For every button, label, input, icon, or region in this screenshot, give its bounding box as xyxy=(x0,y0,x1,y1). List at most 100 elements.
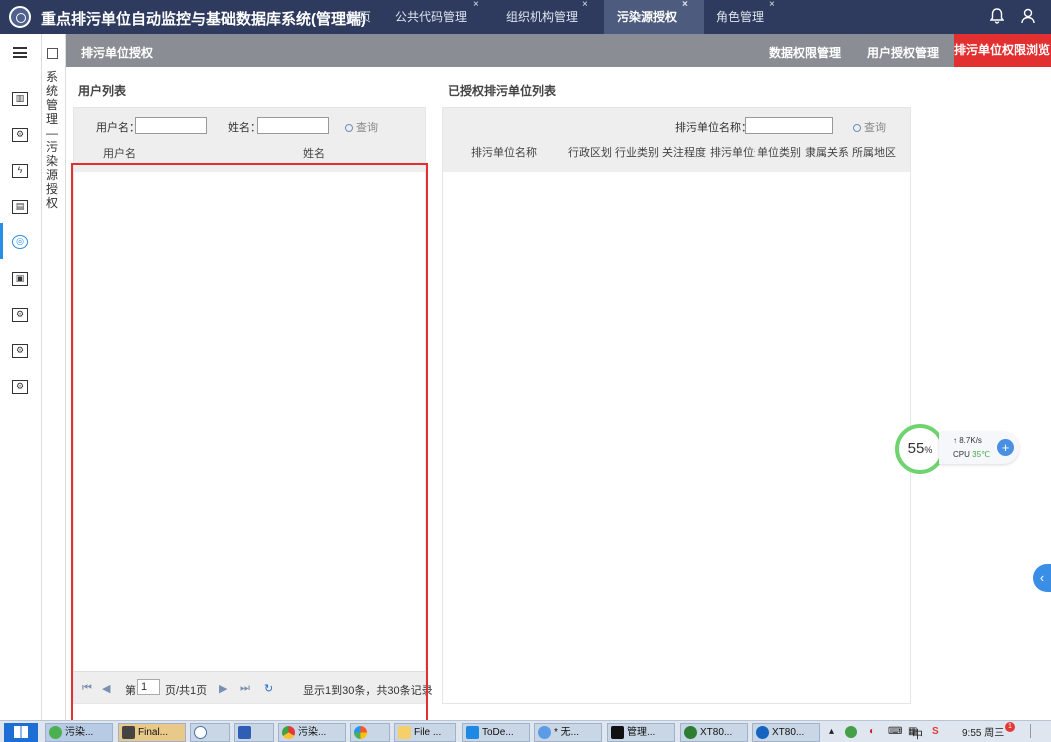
column-header-region[interactable]: 所属地区 xyxy=(852,144,896,160)
tab-pollution-auth[interactable]: 污染源授权 × xyxy=(604,0,704,34)
unit-filter-bar: 排污单位名称： 查询 排污单位名称 行政区划 行业类别 关注程度 排污单位规 单… xyxy=(443,108,910,172)
close-icon[interactable]: × xyxy=(582,0,588,22)
os-taskbar: 污染... Final... 污染... File ... ToDe... * … xyxy=(0,720,1051,742)
system-monitor-widget[interactable]: 55% ↑ 8.7K/s CPU 35℃ + xyxy=(895,424,1020,474)
tray-app-icon[interactable]: ◐ xyxy=(869,726,875,737)
cpu-temp-value: 35℃ xyxy=(972,450,991,459)
monitor-card: ↑ 8.7K/s CPU 35℃ + xyxy=(939,432,1019,464)
column-header-affiliation[interactable]: 隶属关系 xyxy=(805,144,849,160)
taskbar-label: 管理... xyxy=(627,727,656,738)
checkbox-doc-icon[interactable] xyxy=(47,48,58,59)
windows-start-icon[interactable] xyxy=(4,723,38,742)
sidebar: ▥ ⚙ ϟ ▤ ◎ ▣ ⚙ ⚙ ⚙ xyxy=(0,34,42,720)
tray-sogou-icon[interactable]: S xyxy=(932,726,939,737)
memory-gauge: 55% xyxy=(895,424,945,474)
tab-role[interactable]: 角色管理 × xyxy=(716,0,786,34)
cpu-label: CPU xyxy=(953,450,970,459)
taskbar-item[interactable]: 管理... xyxy=(607,723,675,742)
user-icon[interactable] xyxy=(1019,8,1037,26)
page-titlebar: 排污单位授权 数据权限管理 用户授权管理 排污单位权限浏览 xyxy=(66,34,1051,67)
column-header-unit-name[interactable]: 排污单位名称 xyxy=(471,144,537,160)
taskbar-item[interactable] xyxy=(350,723,390,742)
close-icon[interactable]: × xyxy=(473,0,479,22)
tab-label: 角色管理 xyxy=(716,10,765,24)
chrome-icon xyxy=(282,725,295,739)
user-auth-link[interactable]: 用户授权管理 xyxy=(867,44,939,61)
monitor-chart-icon[interactable]: ▥ xyxy=(12,92,28,106)
image-icon[interactable]: ▣ xyxy=(12,272,28,286)
lightning-doc-icon[interactable]: ϟ xyxy=(12,164,28,178)
taskbar-item[interactable]: File ... xyxy=(394,723,456,742)
tray-expand-icon[interactable]: ▴ xyxy=(829,726,834,737)
taskbar-item[interactable] xyxy=(190,723,230,742)
highlight-frame xyxy=(71,163,428,722)
taskbar-item[interactable]: XT80... xyxy=(680,723,748,742)
data-permission-link[interactable]: 数据权限管理 xyxy=(769,44,841,61)
taskbar-label: File ... xyxy=(414,727,442,738)
bell-icon[interactable] xyxy=(988,8,1006,26)
username-input[interactable] xyxy=(135,117,207,134)
column-header-username[interactable]: 用户名 xyxy=(103,145,136,161)
collapse-chevron-icon[interactable]: ‹ xyxy=(1033,564,1051,592)
tray-keyboard-icon[interactable]: ⌨ xyxy=(888,726,902,737)
app-title: 重点排污单位自动监控与基础数据库系统(管理端) xyxy=(41,11,366,28)
column-header-unit-scale[interactable]: 排污单位规 xyxy=(710,144,755,160)
taskbar-item[interactable]: 污染... xyxy=(278,723,346,742)
taskbar-label: Final... xyxy=(138,727,169,738)
window-settings-icon[interactable]: ⚙ xyxy=(12,344,28,358)
column-header-unit-type[interactable]: 单位类别 xyxy=(757,144,801,160)
user-list-title: 用户列表 xyxy=(78,84,127,98)
database-icon xyxy=(194,725,207,739)
tray-security-icon[interactable] xyxy=(845,726,857,738)
taskbar-item[interactable]: ToDe... xyxy=(462,723,530,742)
tab-home[interactable]: 首页 xyxy=(347,0,387,34)
column-header-admin-region[interactable]: 行政区划 xyxy=(568,144,612,160)
plus-icon[interactable]: + xyxy=(997,439,1014,456)
tab-label: 公共代码管理 xyxy=(395,10,468,24)
taskbar-item[interactable]: 污染... xyxy=(45,723,113,742)
app-icon xyxy=(354,725,367,739)
tab-public-code[interactable]: 公共代码管理 × xyxy=(395,0,491,34)
search-icon xyxy=(345,124,353,132)
menu-icon[interactable] xyxy=(13,47,27,58)
taskbar-item[interactable]: * 无... xyxy=(534,723,602,742)
close-icon[interactable]: × xyxy=(769,0,775,22)
table-settings-icon[interactable]: ⚙ xyxy=(12,308,28,322)
taskbar-label: XT80... xyxy=(772,727,805,738)
name-input[interactable] xyxy=(257,117,329,134)
breadcrumb[interactable]: 系统管理—污染源授权 xyxy=(46,70,60,210)
authorized-units-panel: 排污单位名称： 查询 排污单位名称 行政区划 行业类别 关注程度 排污单位规 单… xyxy=(442,107,911,704)
unit-query-button[interactable]: 查询 xyxy=(853,119,886,135)
top-header: 重点排污单位自动监控与基础数据库系统(管理端) 首页 公共代码管理 × 组织机构管… xyxy=(0,0,1051,34)
xt80-icon xyxy=(756,725,769,739)
todesk-icon xyxy=(466,725,479,739)
taskbar-item[interactable]: Final... xyxy=(118,723,186,742)
chart-screen-icon[interactable]: ▤ xyxy=(12,200,28,214)
unit-permission-browse-link[interactable]: 排污单位权限浏览 xyxy=(954,34,1051,67)
network-speed: ↑ 8.7K/s xyxy=(953,436,982,445)
taskbar-label: ToDe... xyxy=(482,727,514,738)
location-icon[interactable]: ◎ xyxy=(12,235,28,249)
show-desktop-button[interactable] xyxy=(1030,724,1038,738)
terminal-icon xyxy=(611,725,624,739)
speed-value: 8.7K/s xyxy=(959,436,982,445)
settings-grid-icon[interactable]: ⚙ xyxy=(12,128,28,142)
column-header-industry[interactable]: 行业类别 xyxy=(615,144,659,160)
page-title: 排污单位授权 xyxy=(81,46,154,60)
user-query-button[interactable]: 查询 xyxy=(345,119,378,135)
clock-time[interactable]: 9:55 周三 xyxy=(962,724,1004,739)
ime-indicator[interactable]: 中 xyxy=(912,726,923,742)
sub-navigation: 系统管理—污染源授权 xyxy=(42,34,66,720)
taskbar-item[interactable]: XT80... xyxy=(752,723,820,742)
sidebar-active-indicator xyxy=(0,223,3,259)
browser-icon xyxy=(49,725,62,739)
column-header-attention[interactable]: 关注程度 xyxy=(662,144,706,160)
grid-settings-icon[interactable]: ⚙ xyxy=(12,380,28,394)
close-icon[interactable]: × xyxy=(682,0,688,22)
taskbar-item[interactable] xyxy=(234,723,274,742)
cpu-temperature: CPU 35℃ xyxy=(953,450,990,459)
column-header-name[interactable]: 姓名 xyxy=(303,145,325,161)
gauge-unit: % xyxy=(924,445,933,455)
unit-name-input[interactable] xyxy=(745,117,833,134)
tab-organization[interactable]: 组织机构管理 × xyxy=(506,0,598,34)
